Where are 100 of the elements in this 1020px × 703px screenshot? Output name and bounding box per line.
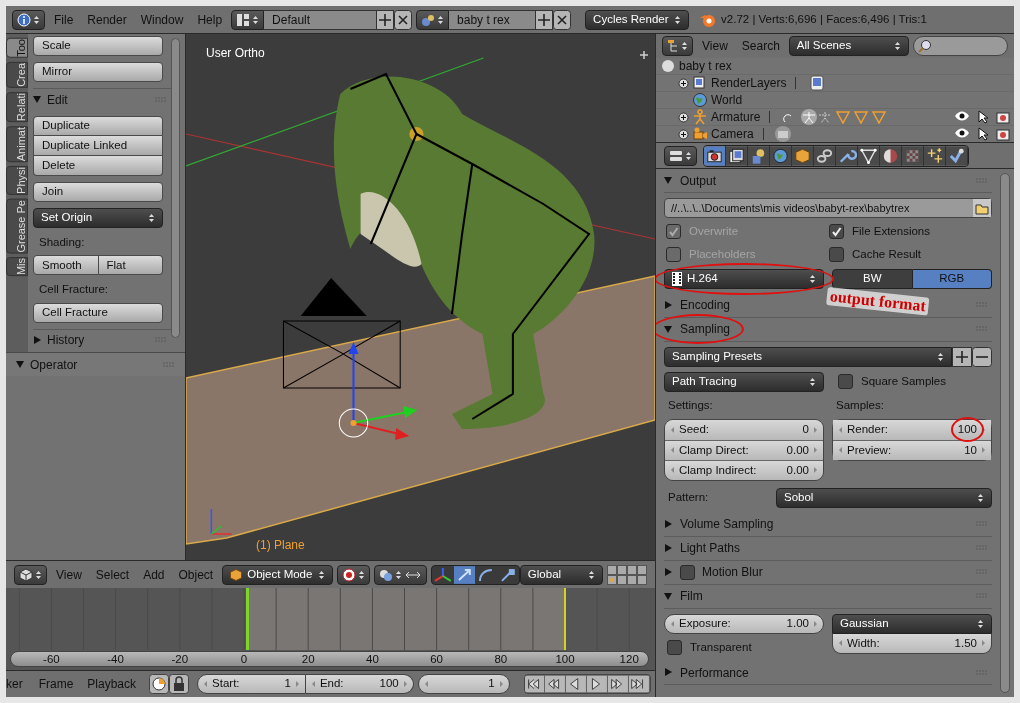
cursor-icon[interactable]	[976, 110, 990, 124]
play-reverse-icon[interactable]	[566, 675, 588, 693]
tab[interactable]: Animat	[6, 125, 28, 162]
expand-icon[interactable]	[678, 77, 689, 89]
menu-item[interactable]: Frame	[33, 675, 79, 693]
number-field[interactable]: Render: 100	[833, 419, 991, 440]
name-field[interactable]: baby t rex	[449, 9, 536, 30]
add-icon[interactable]	[376, 9, 395, 30]
timeline-ruler[interactable]	[10, 651, 649, 667]
sparkle-icon[interactable]	[924, 145, 946, 166]
button[interactable]: Join	[33, 182, 163, 202]
checkbox[interactable]	[680, 564, 695, 580]
scene-button[interactable]	[416, 9, 450, 30]
panel-header[interactable]: Performance	[664, 662, 751, 683]
search-field[interactable]	[912, 36, 1008, 56]
editor-type-button[interactable]	[662, 36, 693, 56]
name-field[interactable]: Default	[264, 9, 377, 30]
orientation-dropdown[interactable]: Global	[519, 564, 603, 585]
triangle-mesh-icon[interactable]	[858, 145, 880, 166]
expand-icon[interactable]	[678, 111, 689, 123]
menu-item[interactable]: Search	[736, 37, 785, 55]
filter-dropdown[interactable]: All Scenes	[788, 36, 909, 56]
close-icon[interactable]	[553, 9, 572, 30]
panel-header[interactable]: Operator	[6, 352, 185, 376]
keyframe-clock-icon[interactable]	[149, 674, 170, 694]
sphere-icon[interactable]	[880, 145, 902, 166]
disclosure-triangle-icon[interactable]	[664, 567, 673, 577]
disclosure-triangle-icon[interactable]	[664, 591, 673, 601]
disclosure-triangle-icon[interactable]	[664, 543, 673, 553]
cube-icon[interactable]	[792, 145, 814, 166]
jump-previous-icon[interactable]	[545, 675, 567, 693]
button[interactable]: Scale	[33, 36, 163, 56]
button[interactable]: Duplicate Linked	[33, 136, 163, 156]
button[interactable]: Cell Fracture	[33, 302, 163, 323]
tree-row[interactable]: World	[656, 92, 1014, 109]
menu-item[interactable]: Playback	[82, 675, 142, 693]
shading-dropdown[interactable]	[337, 564, 370, 585]
lock-icon[interactable]	[169, 674, 190, 694]
brush-icon[interactable]	[946, 145, 968, 166]
camera-icon[interactable]	[996, 127, 1010, 141]
folder-icon[interactable]	[973, 199, 991, 217]
menu-item[interactable]: ker	[6, 675, 30, 693]
checkbox[interactable]: Cache Result	[829, 246, 992, 264]
presets-dropdown[interactable]: Sampling Presets	[664, 346, 952, 367]
checkbox[interactable]: Square Samples	[832, 371, 992, 392]
timeline[interactable]: -60 -40 -20 0 20 40 60 80 100 120	[6, 588, 655, 670]
jump-start-icon[interactable]	[524, 675, 546, 693]
menu-item[interactable]: Add	[138, 565, 170, 584]
play-icon[interactable]	[587, 675, 609, 693]
layout-button[interactable]	[231, 9, 265, 30]
add-icon[interactable]	[952, 346, 972, 367]
disclosure-triangle-icon[interactable]	[664, 519, 673, 529]
chain-icon[interactable]	[814, 145, 836, 166]
integrator-dropdown[interactable]: Path Tracing	[664, 371, 824, 392]
layers-icon[interactable]	[726, 145, 748, 166]
disclosure-triangle-icon[interactable]	[33, 335, 42, 345]
filter-type-dropdown[interactable]: Gaussian	[832, 613, 992, 634]
checkbox[interactable]: Transparent	[664, 638, 824, 656]
eye-icon[interactable]	[954, 110, 970, 122]
cursor-icon[interactable]	[976, 127, 990, 141]
tree-row[interactable]: RenderLayers	[656, 75, 1014, 92]
menu-item[interactable]: Object	[173, 565, 219, 584]
pattern-dropdown[interactable]: Sobol	[776, 487, 992, 508]
expand-icon[interactable]	[678, 128, 689, 140]
button[interactable]: Delete	[33, 156, 163, 176]
wrench-icon[interactable]	[836, 145, 858, 166]
tree-row[interactable]: Armature	[656, 109, 1014, 126]
menu-item[interactable]: Render	[82, 10, 132, 29]
remove-icon[interactable]	[972, 346, 992, 367]
current-frame-line[interactable]	[245, 588, 249, 650]
menu-item[interactable]: Window	[135, 10, 189, 29]
disclosure-triangle-icon[interactable]	[16, 360, 25, 369]
disclosure-triangle-icon[interactable]	[664, 176, 673, 185]
menu-item[interactable]: View	[697, 37, 733, 55]
jump-end-icon[interactable]	[629, 675, 650, 693]
panel-header[interactable]: Volume Sampling	[664, 514, 776, 535]
mode-dropdown[interactable]: Object Mode	[222, 564, 333, 585]
toggle-button[interactable]: RGB	[912, 268, 992, 289]
editor-type-button[interactable]	[14, 564, 47, 585]
eye-icon[interactable]	[954, 127, 970, 139]
number-field-group[interactable]: Seed: 0 Clamp Direct: 0.00 Clamp Indirect: 0.00	[664, 418, 824, 481]
render-engine-dropdown[interactable]: Cycles Render	[585, 9, 690, 30]
button[interactable]: Duplicate	[33, 116, 163, 136]
panel-header[interactable]: Sampling	[664, 319, 733, 339]
disclosure-triangle-icon[interactable]	[33, 95, 42, 104]
disclosure-triangle-icon[interactable]	[664, 668, 673, 677]
checker-icon[interactable]	[902, 145, 924, 166]
menu-item[interactable]: Select	[90, 565, 135, 584]
panel-header[interactable]: Motion Blur	[664, 562, 765, 583]
checkbox[interactable]: File Extensions	[829, 223, 992, 241]
button[interactable]: Smooth	[33, 255, 99, 276]
button[interactable]: Mirror	[33, 62, 163, 82]
format-dropdown[interactable]: H.264	[664, 268, 824, 289]
tree-row[interactable]: baby t rex	[656, 58, 1014, 75]
axes-icon[interactable]	[432, 565, 454, 584]
tab[interactable]: Relati	[6, 91, 28, 122]
layers-grid-icon[interactable]	[607, 564, 647, 585]
tab[interactable]: Too	[6, 38, 28, 58]
panel-header[interactable]: Output	[664, 170, 719, 191]
disclosure-triangle-icon[interactable]	[664, 300, 673, 310]
